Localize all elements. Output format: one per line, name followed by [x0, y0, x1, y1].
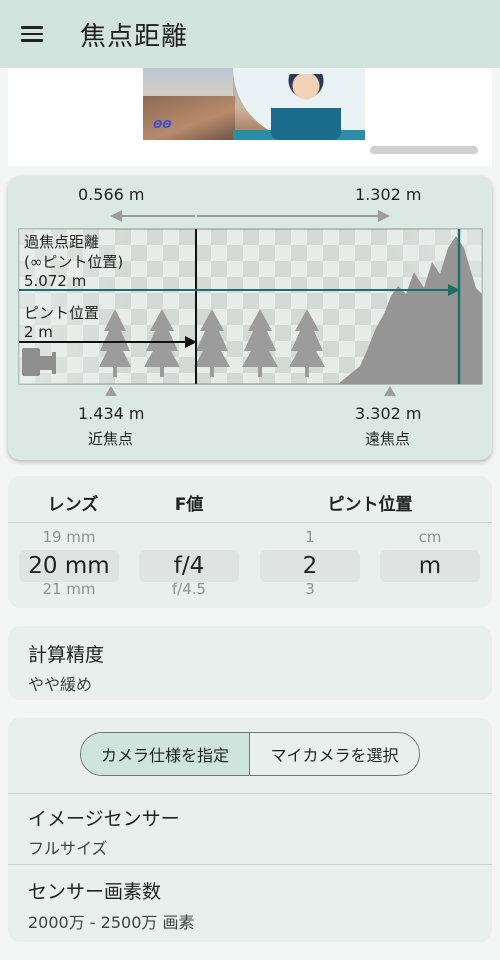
focus-title: ピント位置: [24, 304, 100, 322]
dof-diagram-card: 0.566 m 1.302 m 過焦点距離 (∞ピント位置) 5.072 m ピ…: [8, 176, 492, 460]
near-point-label: 近焦点: [88, 430, 134, 448]
sensor-pixels-setting[interactable]: センサー画素数 2000万 - 2500万 画素: [8, 865, 492, 941]
camera-settings-picker: レンズ F値 ピント位置 19 mm 20 mm 21 mm f/4 f/4.5…: [8, 476, 492, 608]
image-sensor-title: イメージセンサー: [28, 808, 180, 830]
near-point-value: 1.434 m: [78, 404, 145, 423]
select-my-camera-button[interactable]: マイカメラを選択: [250, 733, 419, 775]
far-point-value: 3.302 m: [355, 404, 422, 423]
sensor-pixels-value: 2000万 - 2500万 画素: [28, 913, 195, 932]
focus-next-option[interactable]: 3: [255, 580, 365, 598]
fnum-picker[interactable]: f/4 f/4.5: [134, 524, 244, 608]
image-sensor-value: フルサイズ: [28, 839, 108, 858]
sensor-pixels-title: センサー画素数: [28, 881, 162, 903]
precision-title: 計算精度: [28, 644, 105, 666]
near-point-marker: [105, 386, 117, 396]
image-sensor-setting[interactable]: イメージセンサー フルサイズ: [8, 794, 492, 864]
focus-value: 2 m: [24, 323, 53, 341]
ad-banner-image[interactable]: ΘΘ: [143, 68, 365, 140]
hyperfocal-title-line1: 過焦点距離: [24, 233, 100, 251]
far-point-marker: [384, 386, 396, 396]
fnum-selected[interactable]: f/4: [139, 550, 239, 582]
lens-selected[interactable]: 20 mm: [19, 550, 119, 582]
unit-selected[interactable]: m: [380, 550, 480, 582]
focus-distance-picker[interactable]: 1 2 3: [255, 524, 365, 608]
camera-mode-toggle: カメラ仕様を指定 マイカメラを選択: [80, 732, 420, 776]
precision-setting[interactable]: 計算精度 やや緩め: [8, 626, 492, 700]
app-bar: 焦点距離: [0, 0, 500, 68]
lens-prev-option[interactable]: 19 mm: [14, 528, 124, 546]
lens-next-option[interactable]: 21 mm: [14, 580, 124, 598]
page-title: 焦点距離: [80, 21, 189, 52]
precision-value: やや緩め: [28, 675, 93, 694]
dof-near-label: 0.566 m: [78, 185, 145, 204]
fnum-header: F値: [174, 495, 204, 515]
focus-prev-option[interactable]: 1: [255, 528, 365, 546]
hyperfocal-value: 5.072 m: [24, 272, 87, 290]
lens-header: レンズ: [47, 495, 99, 515]
ad-scrollbar: [370, 146, 478, 154]
lens-picker[interactable]: 19 mm 20 mm 21 mm: [14, 524, 124, 608]
hyperfocal-title-line2: (∞ピント位置): [24, 253, 124, 271]
fnum-next-option[interactable]: f/4.5: [134, 580, 244, 598]
unit-picker[interactable]: cm m: [375, 524, 485, 608]
dof-span-arrow: [110, 210, 390, 222]
ad-area: ΘΘ: [8, 68, 492, 166]
ad-logo: ΘΘ: [153, 118, 172, 131]
hamburger-menu-icon[interactable]: [0, 0, 64, 68]
dof-far-label: 1.302 m: [355, 185, 422, 204]
focus-header: ピント位置: [327, 495, 413, 515]
focus-selected[interactable]: 2: [260, 550, 360, 582]
camera-spec-card: カメラ仕様を指定 マイカメラを選択 イメージセンサー フルサイズ センサー画素数…: [8, 718, 492, 942]
specify-camera-spec-button[interactable]: カメラ仕様を指定: [81, 733, 250, 775]
far-point-label: 遠焦点: [365, 430, 411, 448]
unit-prev-option[interactable]: cm: [375, 528, 485, 546]
picker-header: レンズ F値 ピント位置: [8, 476, 492, 523]
